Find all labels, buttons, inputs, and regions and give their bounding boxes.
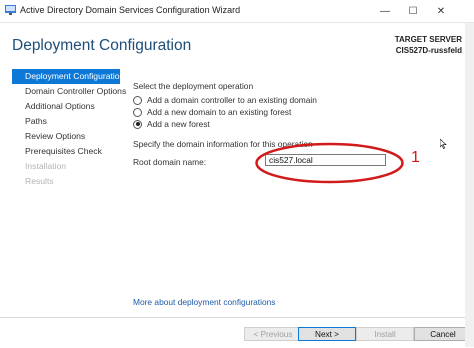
option-label: Add a new forest: [147, 119, 210, 129]
maximize-button[interactable]: ☐: [399, 0, 427, 22]
ad-ds-app-icon: [5, 5, 16, 15]
option-label: Add a domain controller to an existing d…: [147, 95, 317, 105]
install-button: Install: [356, 327, 414, 341]
page-title: Deployment Configuration: [12, 37, 192, 54]
nav-item-installation: Installation: [25, 161, 67, 171]
domain-info-label: Specify the domain information for this …: [133, 139, 313, 149]
nav-item-review-options[interactable]: Review Options: [12, 129, 120, 144]
operation-label: Select the deployment operation: [133, 81, 254, 91]
target-server-name: CIS527D-russfeld: [395, 46, 462, 55]
root-domain-label: Root domain name:: [133, 157, 207, 167]
target-server-label: TARGET SERVER: [394, 35, 462, 44]
window-title: Active Directory Domain Services Configu…: [20, 5, 241, 15]
nav-item-domain-controller-options[interactable]: Domain Controller Options: [12, 84, 126, 99]
nav-item-deployment-configuration[interactable]: Deployment Configuration: [12, 69, 124, 84]
radio-dot-icon: [135, 122, 140, 126]
title-bar: Active Directory Domain Services Configu…: [0, 0, 474, 23]
option-add-new-forest[interactable]: Add a new forest: [133, 118, 210, 130]
option-add-domain-existing-forest[interactable]: Add a new domain to an existing forest: [133, 106, 291, 118]
more-about-deployment-link[interactable]: More about deployment configurations: [133, 297, 275, 307]
mouse-cursor-icon: [440, 139, 447, 149]
root-domain-input[interactable]: [265, 154, 386, 166]
option-add-dc-existing-domain[interactable]: Add a domain controller to an existing d…: [133, 94, 317, 106]
wizard-footer: < Previous Next > Install Cancel: [0, 317, 474, 348]
next-button[interactable]: Next >: [298, 327, 356, 341]
wizard-nav: Deployment Configuration Domain Controll…: [12, 69, 126, 189]
option-label: Add a new domain to an existing forest: [147, 107, 292, 117]
radio-button[interactable]: [133, 107, 142, 117]
minimize-button[interactable]: —: [371, 0, 399, 22]
nav-item-prerequisites-check[interactable]: Prerequisites Check: [12, 144, 120, 159]
radio-button[interactable]: [133, 95, 142, 105]
wizard-header: Deployment Configuration TARGET SERVER C…: [0, 23, 462, 67]
nav-item-additional-options[interactable]: Additional Options: [12, 99, 120, 114]
close-button[interactable]: ✕: [427, 0, 455, 22]
annotation-number: 1: [411, 149, 420, 166]
radio-button-selected[interactable]: [133, 119, 142, 129]
previous-button: < Previous: [244, 327, 302, 341]
cancel-button[interactable]: Cancel: [414, 327, 472, 341]
scrollbar[interactable]: [465, 23, 474, 347]
nav-item-results: Results: [25, 176, 54, 186]
nav-item-paths[interactable]: Paths: [12, 114, 120, 129]
